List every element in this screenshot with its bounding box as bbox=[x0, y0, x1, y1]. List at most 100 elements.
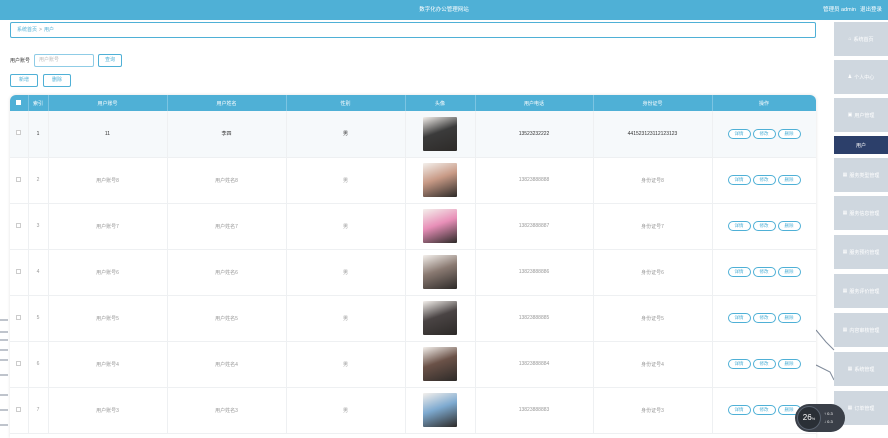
breadcrumb-current: 用户 bbox=[43, 27, 54, 33]
sidebar-item-5[interactable]: ▦ 服务信息管理 bbox=[834, 196, 888, 230]
row-delete-button[interactable]: 删除 bbox=[777, 359, 801, 369]
grid-icon: ▦ bbox=[842, 210, 848, 216]
sidebar: ⌂ 系统首页 ♟ 个人中心 ▣ 用户管理 用户 ▦ 服务类型管理 ▦ 服务信息管理 ▦ 服务预约管理 ▦ 服… bbox=[834, 22, 888, 438]
row-delete-button[interactable]: 删除 bbox=[777, 221, 801, 231]
cell-operations: 详情 修改 删除 bbox=[712, 249, 816, 296]
cell-phone: 13823888888 bbox=[475, 157, 594, 204]
add-button[interactable]: 新增 bbox=[10, 74, 38, 87]
user-table: 索引 用户账号 用户姓名 性别 头像 用户电话 身份证号 操作 1 11 李四男 13… bbox=[10, 95, 816, 438]
sidebar-item-label: 订单管理 bbox=[854, 405, 875, 412]
sidebar-item-label: 用户 bbox=[855, 142, 866, 149]
row-select[interactable] bbox=[10, 341, 29, 388]
row-checkbox[interactable] bbox=[16, 314, 22, 320]
site-title: 数字化办公管理网站 bbox=[419, 7, 469, 13]
avatar bbox=[423, 347, 457, 381]
cell-photo bbox=[405, 203, 476, 250]
network-monitor-widget[interactable]: 26% ↑ 0.3 ↓ 0.3 bbox=[795, 404, 845, 432]
cell-phone: 13823888883 bbox=[475, 387, 594, 434]
table-row: 1 11 李四男 13523232222 441523123112123123 详情 修改删… bbox=[10, 111, 816, 158]
row-select[interactable] bbox=[10, 249, 29, 296]
row-checkbox[interactable] bbox=[16, 360, 22, 366]
sidebar-item-4[interactable]: ▦ 服务类型管理 bbox=[834, 158, 888, 192]
row-delete-button[interactable]: 删除 bbox=[777, 267, 801, 277]
cell-photo bbox=[405, 157, 476, 204]
edit-button[interactable]: 修改 bbox=[752, 313, 776, 323]
row-delete-button[interactable]: 删除 bbox=[777, 128, 801, 139]
sidebar-item-9[interactable]: ▦ 系统管理 bbox=[834, 352, 888, 386]
sidebar-item-1[interactable]: ♟ 个人中心 bbox=[834, 60, 888, 94]
edit-button[interactable]: 修改 bbox=[752, 405, 776, 415]
search-input[interactable]: 用户账号 bbox=[34, 53, 95, 67]
cell-gender: 男 bbox=[286, 295, 406, 342]
cell-gender: 男 bbox=[286, 341, 406, 388]
sidebar-item-7[interactable]: ▦ 服务评价管理 bbox=[834, 274, 888, 308]
search-bar: 用户账号 用户账号 查询 bbox=[10, 53, 123, 67]
sidebar-item-0[interactable]: ⌂ 系统首页 bbox=[834, 22, 888, 56]
row-select[interactable] bbox=[10, 203, 29, 250]
cell-phone: 13823888886 bbox=[475, 249, 594, 296]
row-checkbox[interactable] bbox=[16, 222, 22, 228]
row-select[interactable] bbox=[10, 111, 29, 158]
header-select-all[interactable] bbox=[10, 95, 29, 111]
header-links: 管理员 admin 退出登录 bbox=[823, 0, 882, 20]
cell-index: 2 bbox=[28, 157, 49, 204]
cell-index: 1 bbox=[28, 111, 49, 158]
header-gender: 性别 bbox=[286, 95, 406, 111]
search-button[interactable]: 查询 bbox=[98, 53, 123, 67]
row-checkbox[interactable] bbox=[16, 268, 22, 274]
sidebar-item-label: 服务预约管理 bbox=[849, 249, 880, 256]
cell-name: 用户姓名6 bbox=[167, 249, 287, 296]
edit-button[interactable]: 修改 bbox=[752, 221, 776, 231]
sidebar-item-label: 系统首页 bbox=[853, 36, 874, 43]
table-row: 5 用户账号5 用户姓名5 男 13823888885 身份证号5 详情 修改 删除 bbox=[10, 295, 816, 342]
sidebar-item-2[interactable]: ▣ 用户管理 bbox=[834, 98, 888, 132]
admin-link[interactable]: 管理员 admin bbox=[823, 0, 856, 20]
detail-button[interactable]: 详情 bbox=[727, 128, 751, 139]
avatar bbox=[423, 209, 457, 243]
detail-button[interactable]: 详情 bbox=[727, 221, 751, 231]
detail-button[interactable]: 详情 bbox=[727, 405, 751, 415]
row-delete-button[interactable]: 删除 bbox=[777, 175, 801, 185]
edit-button[interactable]: 修改 bbox=[752, 175, 776, 185]
avatar bbox=[423, 116, 457, 151]
row-delete-button[interactable]: 删除 bbox=[777, 313, 801, 323]
header-index: 索引 bbox=[28, 95, 49, 111]
detail-button[interactable]: 详情 bbox=[727, 175, 751, 185]
grid-icon: ▦ bbox=[842, 288, 848, 294]
logout-link[interactable]: 退出登录 bbox=[860, 0, 882, 20]
cell-operations: 详情 修改 删除 bbox=[712, 157, 816, 204]
cell-name: 用户姓名8 bbox=[167, 157, 287, 204]
delete-button[interactable]: 删除 bbox=[43, 74, 71, 87]
cell-name: 用户姓名4 bbox=[167, 341, 287, 388]
cell-name: 用户姓名3 bbox=[167, 387, 287, 434]
detail-button[interactable]: 详情 bbox=[727, 359, 751, 369]
row-select[interactable] bbox=[10, 157, 29, 204]
cell-idcard: 身份证号8 bbox=[593, 157, 713, 204]
cell-account: 用户账号3 bbox=[48, 387, 168, 434]
sidebar-item-6[interactable]: ▦ 服务预约管理 bbox=[834, 235, 888, 269]
top-bar: 数字化办公管理网站 管理员 admin 退出登录 bbox=[0, 0, 888, 20]
row-select[interactable] bbox=[10, 387, 29, 434]
detail-button[interactable]: 详情 bbox=[727, 267, 751, 277]
cell-photo bbox=[405, 111, 476, 158]
search-label: 用户账号 bbox=[10, 57, 31, 64]
edit-button[interactable]: 修改 bbox=[752, 128, 776, 139]
header-phone: 用户电话 bbox=[475, 95, 594, 111]
sidebar-item-label: 系统管理 bbox=[854, 366, 875, 373]
row-checkbox[interactable] bbox=[16, 130, 22, 136]
row-select[interactable] bbox=[10, 295, 29, 342]
grid-icon: ▦ bbox=[847, 405, 853, 411]
breadcrumb-home[interactable]: 系统首页 bbox=[17, 27, 37, 33]
cell-index: 7 bbox=[28, 387, 49, 434]
sidebar-item-3[interactable]: 用户 bbox=[834, 136, 888, 154]
edit-button[interactable]: 修改 bbox=[752, 267, 776, 277]
avatar bbox=[423, 301, 457, 335]
row-checkbox[interactable] bbox=[16, 406, 22, 412]
row-checkbox[interactable] bbox=[16, 176, 22, 182]
cell-idcard: 身份证号6 bbox=[593, 249, 713, 296]
edit-button[interactable]: 修改 bbox=[752, 359, 776, 369]
upload-speed: 0.3 bbox=[827, 411, 833, 416]
select-all-checkbox[interactable] bbox=[16, 99, 22, 105]
sidebar-item-8[interactable]: ▦ 内容审核管理 bbox=[834, 313, 888, 347]
detail-button[interactable]: 详情 bbox=[727, 313, 751, 323]
